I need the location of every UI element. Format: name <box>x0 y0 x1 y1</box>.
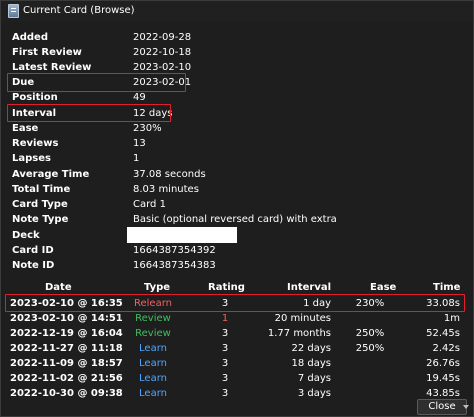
row-interval: 22 days <box>291 343 331 354</box>
table-row: 2022-11-27 @ 11:18 Learn 3 22 days 250% … <box>5 341 465 356</box>
card-type-value: Card 1 <box>133 199 166 210</box>
row-time: 2.42s <box>432 343 460 354</box>
row-interval: 3 days <box>297 388 331 399</box>
title-bar[interactable]: Current Card (Browse) <box>1 1 473 21</box>
row-date: 2022-10-30 @ 09:38 <box>10 388 123 399</box>
col-header-type: Type <box>144 282 171 293</box>
table-row: 2022-11-02 @ 21:56 Learn 3 7 days 19.45s <box>5 371 465 386</box>
average-time-label: Average Time <box>12 169 90 180</box>
note-id-label: Note ID <box>12 260 55 271</box>
col-header-time: Time <box>433 282 461 293</box>
row-type: Learn <box>139 388 167 399</box>
row-time: 26.76s <box>426 358 460 369</box>
close-button[interactable]: Close <box>417 399 467 415</box>
table-row: 2022-11-09 @ 18:57 Learn 3 18 days 26.76… <box>5 356 465 371</box>
window-title: Current Card (Browse) <box>23 5 135 16</box>
position-value: 49 <box>133 92 146 103</box>
col-header-interval: Interval <box>287 282 332 293</box>
first-review-value: 2022-10-18 <box>133 47 192 58</box>
row-interval: 20 minutes <box>274 313 331 324</box>
row-ease: 250% <box>355 328 385 339</box>
chevron-down-icon[interactable] <box>463 405 469 409</box>
added-label: Added <box>12 32 48 43</box>
table-row: 2022-12-19 @ 16:04 Review 3 1.77 months … <box>5 326 465 341</box>
card-info-window: Current Card (Browse) Added 2022-09-28 F… <box>0 0 474 417</box>
row-date: 2022-11-27 @ 11:18 <box>10 343 123 354</box>
note-type-label: Note Type <box>12 214 69 225</box>
row-interval: 7 days <box>297 373 331 384</box>
total-time-label: Total Time <box>12 184 71 195</box>
lapses-value: 1 <box>133 153 140 164</box>
first-review-label: First Review <box>12 47 82 58</box>
row-type: Review <box>135 328 171 339</box>
row-date: 2022-12-19 @ 16:04 <box>10 328 123 339</box>
row-ease: 250% <box>355 343 385 354</box>
row-time: 52.45s <box>426 328 460 339</box>
deck-value-redacted <box>127 227 237 243</box>
row-interval: 18 days <box>291 358 331 369</box>
added-value: 2022-09-28 <box>133 32 192 43</box>
col-header-date: Date <box>45 282 72 293</box>
table-row: 2022-10-30 @ 09:38 Learn 3 3 days 43.85s <box>5 386 465 401</box>
row-time: 1m <box>443 313 460 324</box>
row-type: Learn <box>139 373 167 384</box>
table-row: 2023-02-10 @ 14:51 Review 1 20 minutes 1… <box>5 311 465 326</box>
note-type-value: Basic (optional reversed card) with extr… <box>133 214 337 225</box>
col-header-ease: Ease <box>370 282 397 293</box>
note-id-value: 1664387354383 <box>133 260 216 271</box>
row-date: 2022-11-09 @ 18:57 <box>10 358 123 369</box>
average-time-value: 37.08 seconds <box>133 169 206 180</box>
row-date: 2023-02-10 @ 14:51 <box>10 313 123 324</box>
deck-label: Deck <box>12 230 40 241</box>
reviews-label: Reviews <box>12 138 59 149</box>
row-type: Learn <box>139 343 167 354</box>
total-time-value: 8.03 minutes <box>133 184 199 195</box>
row-type: Learn <box>139 358 167 369</box>
latest-review-highlight-box <box>5 294 465 312</box>
anki-card-icon <box>8 4 19 18</box>
ease-label: Ease <box>12 123 39 134</box>
lapses-label: Lapses <box>12 153 51 164</box>
row-interval: 1.77 months <box>267 328 331 339</box>
col-header-rating: Rating <box>208 282 245 293</box>
reviews-value: 13 <box>133 138 146 149</box>
card-id-label: Card ID <box>12 245 54 256</box>
card-id-value: 1664387354392 <box>133 245 216 256</box>
ease-value: 230% <box>133 123 162 134</box>
due-highlight-box <box>7 73 186 92</box>
position-label: Position <box>12 92 58 103</box>
row-time: 19.45s <box>426 373 460 384</box>
interval-highlight-box <box>7 104 171 122</box>
row-type: Review <box>135 313 171 324</box>
card-type-label: Card Type <box>12 199 68 210</box>
row-date: 2022-11-02 @ 21:56 <box>10 373 123 384</box>
